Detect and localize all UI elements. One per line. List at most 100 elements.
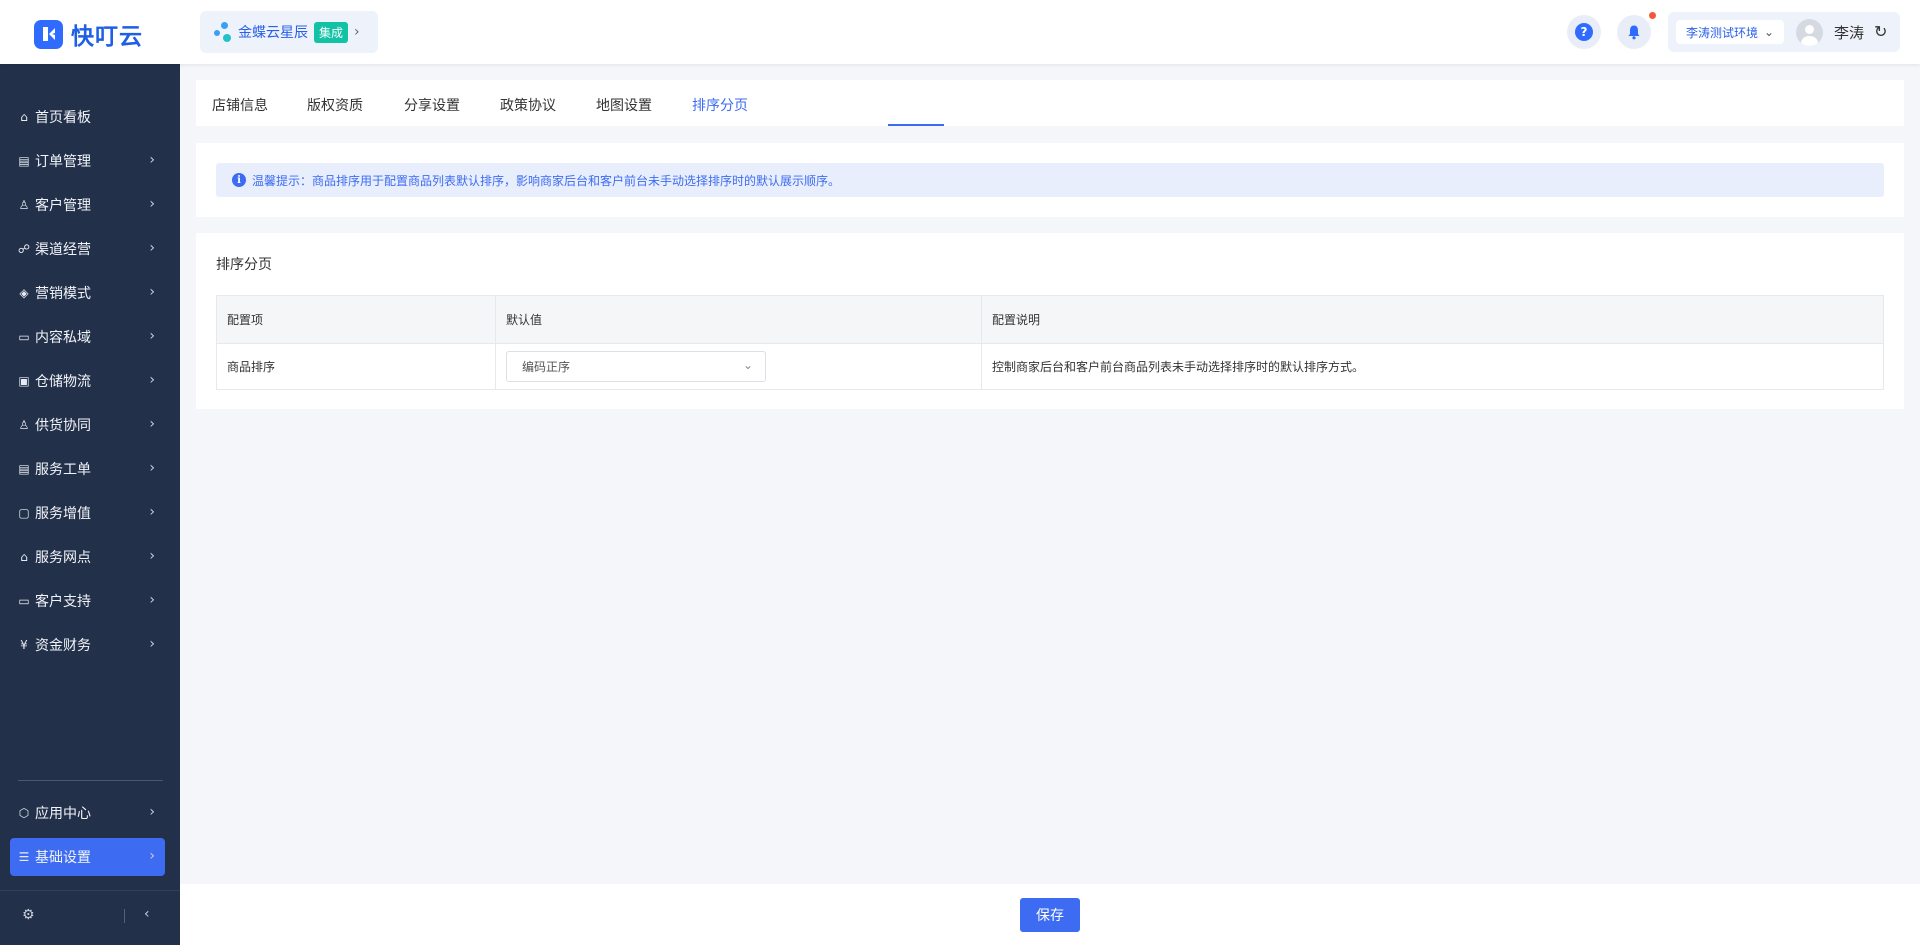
chevron-right-icon: › — [149, 152, 155, 168]
ticket-icon: ▤ — [18, 462, 30, 476]
supply-icon: ♙ — [18, 418, 30, 432]
store-icon: ⌂ — [20, 550, 28, 564]
top-header: 快叮云 金蝶云星辰 集成 › ? 李涛测试环境 ⌄ 李涛 ↻ — [0, 0, 1920, 64]
sidebar-item-customers[interactable]: ♙ 客户管理 › — [10, 186, 165, 224]
active-tab-indicator — [888, 124, 944, 126]
sidebar-item-finance[interactable]: ¥ 资金财务 › — [10, 626, 165, 664]
sidebar-item-label: 服务网点 — [35, 550, 91, 566]
sidebar-item-support[interactable]: ▭ 客户支持 › — [10, 582, 165, 620]
yuan-icon: ¥ — [20, 638, 28, 652]
logo[interactable]: 快叮云 — [34, 17, 143, 51]
chevron-right-icon: › — [149, 460, 155, 476]
collapse-sidebar-icon[interactable]: ‹ — [144, 906, 150, 922]
tab-copyright[interactable]: 版权资质 — [307, 95, 363, 115]
tab-share-settings[interactable]: 分享设置 — [404, 95, 460, 115]
sidebar-item-label: 基础设置 — [35, 850, 91, 866]
chevron-right-icon: › — [149, 636, 155, 652]
box-icon: ▣ — [18, 374, 30, 388]
sidebar-item-label: 渠道经营 — [35, 242, 91, 258]
question-icon: ? — [1575, 23, 1593, 41]
bell-icon — [1628, 25, 1640, 40]
save-button[interactable]: 保存 — [1020, 898, 1080, 932]
chevron-right-icon: › — [149, 284, 155, 300]
config-card: 排序分页 配置项 默认值 配置说明 商品排序 编码正序 ⌄ 控制商家后台和客户前… — [196, 233, 1904, 409]
sidebar-item-warehouse[interactable]: ▣ 仓储物流 › — [10, 362, 165, 400]
tab-store-info[interactable]: 店铺信息 — [212, 95, 268, 115]
sidebar-footer: ⚙ ‹ — [0, 890, 180, 945]
sidebar-item-label: 营销模式 — [35, 286, 91, 302]
support-icon: ▭ — [18, 594, 30, 608]
sidebar-divider — [18, 780, 163, 781]
sidebar-item-supply[interactable]: ♙ 供货协同 › — [10, 406, 165, 444]
chevron-right-icon: › — [149, 196, 155, 212]
org-switcher[interactable]: 金蝶云星辰 集成 › — [200, 11, 378, 53]
brand-name: 快叮云 — [71, 24, 143, 50]
home-icon: ⌂ — [20, 110, 28, 124]
sidebar-item-label: 仓储物流 — [35, 374, 91, 390]
sidebar-item-value-added[interactable]: ▢ 服务增值 › — [10, 494, 165, 532]
notification-dot — [1649, 12, 1656, 19]
refresh-icon[interactable]: ↻ — [1874, 22, 1887, 41]
avatar[interactable] — [1796, 19, 1823, 46]
section-title: 排序分页 — [216, 257, 272, 273]
config-table: 配置项 默认值 配置说明 商品排序 编码正序 ⌄ 控制商家后台和客户前台商品列表… — [216, 295, 1884, 390]
settings-sliders-icon: ☰ — [18, 850, 30, 864]
sidebar-item-app-center[interactable]: ⬡ 应用中心 › — [10, 794, 165, 832]
tab-map-settings[interactable]: 地图设置 — [596, 95, 652, 115]
tag-icon: ◈ — [19, 286, 29, 300]
chevron-right-icon: › — [149, 804, 155, 820]
config-description: 控制商家后台和客户前台商品列表未手动选择排序时的默认排序方式。 — [992, 360, 1365, 374]
sidebar-item-label: 订单管理 — [35, 154, 91, 170]
chevron-right-icon: › — [149, 548, 155, 564]
gear-icon[interactable]: ⚙ — [22, 907, 35, 923]
user-name[interactable]: 李涛 — [1834, 22, 1864, 43]
chevron-right-icon: › — [149, 592, 155, 608]
product-sort-select[interactable]: 编码正序 ⌄ — [506, 351, 766, 382]
chevron-right-icon: › — [149, 372, 155, 388]
tip-banner: i 温馨提示：商品排序用于配置商品列表默认排序，影响商家后台和客户前台未手动选择… — [216, 163, 1884, 197]
sidebar-item-channels[interactable]: ☍ 渠道经营 › — [10, 230, 165, 268]
sidebar-item-tickets[interactable]: ▤ 服务工单 › — [10, 450, 165, 488]
sidebar-item-label: 服务增值 — [35, 506, 91, 522]
column-header-desc: 配置说明 — [992, 313, 1041, 327]
config-item-name: 商品排序 — [217, 344, 496, 389]
env-select[interactable]: 李涛测试环境 ⌄ — [1676, 20, 1784, 44]
sidebar-item-label: 应用中心 — [35, 806, 91, 822]
sidebar-item-marketing[interactable]: ◈ 营销模式 › — [10, 274, 165, 312]
tip-card: i 温馨提示：商品排序用于配置商品列表默认排序，影响商家后台和客户前台未手动选择… — [196, 143, 1904, 217]
chevron-down-icon: ⌄ — [742, 358, 753, 372]
sidebar-item-label: 客户支持 — [35, 594, 91, 610]
tip-text: 温馨提示：商品排序用于配置商品列表默认排序，影响商家后台和客户前台未手动选择排序… — [252, 173, 841, 188]
tab-sort-pagination[interactable]: 排序分页 — [692, 95, 748, 115]
column-header-default: 默认值 — [496, 296, 982, 343]
sidebar-item-content[interactable]: ▭ 内容私域 › — [10, 318, 165, 356]
user-panel: 李涛测试环境 ⌄ 李涛 ↻ — [1668, 12, 1900, 52]
footer-bar: 保存 — [180, 884, 1920, 945]
sidebar-item-dashboard[interactable]: ⌂ 首页看板 — [10, 98, 165, 136]
org-name: 金蝶云星辰 — [238, 25, 308, 41]
sidebar-item-orders[interactable]: ▤ 订单管理 › — [10, 142, 165, 180]
chevron-right-icon: › — [149, 416, 155, 432]
cube-icon: ⬡ — [18, 806, 30, 820]
bag-icon: ▢ — [18, 506, 30, 520]
logo-mark-icon — [34, 19, 63, 49]
sidebar-item-label: 供货协同 — [35, 418, 91, 434]
org-logo-icon — [214, 21, 232, 43]
tab-policy[interactable]: 政策协议 — [500, 95, 556, 115]
sidebar-footer-divider — [124, 909, 125, 923]
table-header: 配置项 默认值 配置说明 — [217, 296, 1883, 344]
notification-button[interactable] — [1617, 15, 1651, 49]
help-button[interactable]: ? — [1567, 15, 1601, 49]
select-value: 编码正序 — [522, 360, 571, 374]
chevron-right-icon: › — [149, 848, 155, 864]
info-icon: i — [232, 173, 246, 187]
sidebar-item-basic-settings[interactable]: ☰ 基础设置 › — [10, 838, 165, 876]
chevron-right-icon: › — [149, 240, 155, 256]
env-label: 李涛测试环境 — [1686, 25, 1759, 40]
sidebar: ⌂ 首页看板 ▤ 订单管理 › ♙ 客户管理 › ☍ 渠道经营 › ◈ 营销模式… — [0, 64, 180, 945]
clipboard-icon: ▤ — [18, 154, 30, 168]
chevron-right-icon: › — [149, 328, 155, 344]
image-icon: ▭ — [18, 330, 30, 344]
sidebar-item-label: 资金财务 — [35, 638, 91, 654]
sidebar-item-service-points[interactable]: ⌂ 服务网点 › — [10, 538, 165, 576]
